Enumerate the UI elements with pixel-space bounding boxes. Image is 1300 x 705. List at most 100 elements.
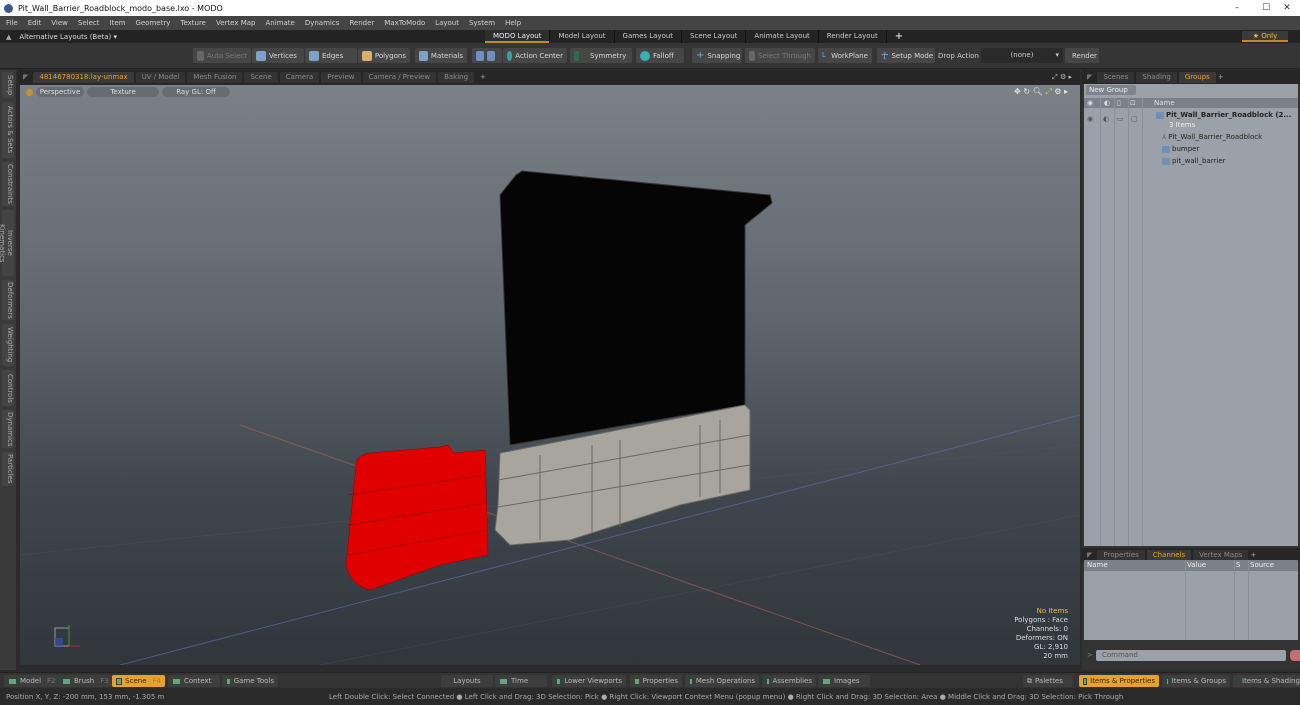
menu-render[interactable]: Render [349, 19, 374, 27]
panel-menu-icon[interactable]: ◤ [1087, 73, 1092, 81]
tab-channels[interactable]: Channels [1146, 549, 1192, 561]
tab-camera[interactable]: Camera [279, 71, 320, 83]
menu-select[interactable]: Select [78, 19, 100, 27]
lower-viewports-button[interactable]: Lower Viewports [552, 675, 626, 687]
visibility-toggle[interactable]: ◉ [1087, 115, 1093, 123]
tab-inverse-kinematics[interactable]: Inverse Kinematics [0, 210, 14, 276]
tab-deformers[interactable]: Deformers [2, 280, 14, 320]
items-groups-button[interactable]: Items & Groups [1162, 675, 1230, 687]
menu-texture[interactable]: Texture [180, 19, 206, 27]
pin-icon[interactable]: ▲ [6, 33, 11, 41]
only-toggle[interactable]: ★ Only [1242, 31, 1288, 42]
snapping-button[interactable]: + Snapping [692, 48, 742, 63]
menu-help[interactable]: Help [505, 19, 521, 27]
tab-baking[interactable]: Baking [438, 71, 475, 83]
tab-constraints[interactable]: Constraints [2, 162, 14, 206]
render-button[interactable]: Render [1065, 48, 1099, 63]
tab-vertex-maps[interactable]: Vertex Maps [1193, 549, 1249, 561]
tab-games-layout[interactable]: Games Layout [615, 30, 683, 43]
time-button[interactable]: Time [495, 675, 547, 687]
tab-animate-layout[interactable]: Animate Layout [746, 30, 819, 43]
tab-weighting[interactable]: Weighting [2, 324, 14, 366]
tab-mesh-fusion[interactable]: Mesh Fusion [187, 71, 243, 83]
list-item[interactable]: bumper [1162, 145, 1199, 153]
tab-render-layout[interactable]: Render Layout [819, 30, 887, 43]
menu-item[interactable]: Item [110, 19, 126, 27]
add-tab-button[interactable]: + [480, 73, 486, 81]
panel-menu-icon[interactable]: ◤ [1087, 551, 1092, 559]
menu-edit[interactable]: Edit [28, 19, 42, 27]
vertices-button[interactable]: Vertices [252, 48, 304, 63]
drop-action-select[interactable]: (none) ▾ [981, 48, 1063, 63]
auto-select-button[interactable]: Auto Select [193, 48, 251, 63]
brush-button[interactable]: Brush F3 [58, 675, 113, 687]
falloff-button[interactable]: Falloff [636, 48, 684, 63]
tab-model-layout[interactable]: Model Layout [550, 30, 615, 43]
command-history-button[interactable] [1290, 650, 1300, 661]
tab-preview[interactable]: Preview [321, 71, 361, 83]
materials-button[interactable]: Materials [415, 48, 467, 63]
properties-button[interactable]: Properties [630, 675, 682, 687]
list-item[interactable]: ⅄ Pit_Wall_Barrier_Roadblock [1162, 133, 1262, 141]
menu-vertex-map[interactable]: Vertex Map [216, 19, 256, 27]
tab-lay-unmax[interactable]: 48146780318:lay-unmax [33, 71, 134, 83]
palettes-button[interactable]: ⧉ Palettes [1023, 675, 1073, 687]
tab-scene-layout[interactable]: Scene Layout [682, 30, 747, 43]
add-layout-button[interactable]: + [887, 30, 911, 43]
command-input[interactable]: Command [1096, 650, 1286, 661]
lock-toggle[interactable]: ▢ [1131, 115, 1138, 123]
render-toggle[interactable]: ◐ [1103, 115, 1109, 123]
images-button[interactable]: Images [818, 675, 870, 687]
tab-particles[interactable]: Particles [2, 452, 14, 486]
new-group-button[interactable]: New Group [1086, 85, 1136, 95]
tab-camera-preview[interactable]: Camera / Preview [362, 71, 437, 83]
tab-setup[interactable]: Setup [2, 72, 14, 98]
action-center-button[interactable]: Action Center [503, 48, 567, 63]
model-button[interactable]: Model F2 [4, 675, 62, 687]
group-row[interactable]: Pit_Wall_Barrier_Roadblock (2... [1156, 111, 1291, 119]
select-through-button[interactable]: Select Through [745, 48, 815, 63]
layouts-button[interactable]: Layouts [441, 675, 493, 687]
add-tab-button[interactable]: + [1250, 551, 1256, 559]
items-shading-button[interactable]: Items & Shading [1233, 675, 1300, 687]
menu-geometry[interactable]: Geometry [135, 19, 170, 27]
symmetry-button[interactable]: Symmetry [570, 48, 632, 63]
tab-modo-layout[interactable]: MODO Layout [485, 30, 551, 43]
edges-button[interactable]: Edges [305, 48, 357, 63]
tab-dynamics[interactable]: Dynamics [2, 410, 14, 448]
workplane-button[interactable]: L WorkPlane [818, 48, 872, 63]
panel-menu-icon[interactable]: ◤ [23, 73, 28, 81]
tab-shading[interactable]: Shading [1136, 71, 1177, 83]
menu-dynamics[interactable]: Dynamics [305, 19, 340, 27]
menu-system[interactable]: System [469, 19, 495, 27]
tab-actors-sets[interactable]: Actors & Sets [2, 102, 14, 158]
selection-mode-buttons[interactable] [472, 48, 502, 63]
mesh-operations-button[interactable]: Mesh Operations [685, 675, 759, 687]
scene-button[interactable]: Scene F4 [112, 675, 165, 687]
tab-scenes[interactable]: Scenes [1097, 71, 1135, 83]
tab-controls[interactable]: Controls [2, 370, 14, 406]
close-button[interactable]: ✕ [1272, 0, 1300, 16]
maximize-settings-icon[interactable]: ⤢ ⚙ ▸ [1052, 73, 1072, 82]
tab-scene[interactable]: Scene [244, 71, 278, 83]
list-item[interactable]: pit_wall_barrier [1162, 157, 1226, 165]
menu-layout[interactable]: Layout [435, 19, 459, 27]
menu-view[interactable]: View [51, 19, 68, 27]
menu-maxtomodo[interactable]: MaxToModo [384, 19, 425, 27]
context-button[interactable]: Context [168, 675, 220, 687]
game-tools-button[interactable]: Game Tools [222, 675, 278, 687]
items-properties-button[interactable]: Items & Properties [1079, 675, 1159, 687]
assemblies-button[interactable]: Assemblies [762, 675, 816, 687]
tab-groups[interactable]: Groups [1178, 71, 1216, 83]
add-tab-button[interactable]: + [1218, 73, 1224, 81]
select-toggle[interactable]: ▭ [1117, 115, 1124, 123]
alternative-layouts-dropdown[interactable]: Alternative Layouts (Beta) ▾ [19, 33, 117, 41]
menu-animate[interactable]: Animate [265, 19, 294, 27]
setup-mode-button[interactable]: ☥ Setup Mode [877, 48, 935, 63]
minimize-button[interactable]: – [1222, 0, 1252, 16]
3d-viewport[interactable]: Perspective Texture Ray GL: Off ✥ ↻ 🔍︎ ⤢… [20, 85, 1080, 665]
polygons-button[interactable]: Polygons [358, 48, 410, 63]
menu-file[interactable]: File [6, 19, 18, 27]
tab-properties[interactable]: Properties [1097, 549, 1145, 561]
tab-uv-model[interactable]: UV / Model [135, 71, 186, 83]
